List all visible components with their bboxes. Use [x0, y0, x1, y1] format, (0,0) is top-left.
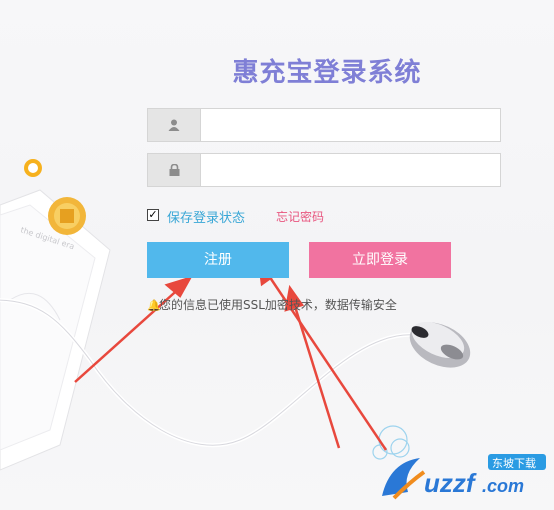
lock-icon	[148, 154, 201, 186]
remember-checkbox[interactable]: ✓	[147, 209, 159, 221]
uzzf-logo: uzzf .com 东坡下载	[382, 454, 546, 500]
mouse-icon	[409, 321, 471, 368]
paper-illustration: the digital era	[0, 189, 111, 471]
remember-label[interactable]: 保存登录状态	[167, 207, 245, 226]
security-notice: 🔔您的信息已使用SSL加密技术，数据传输安全	[147, 296, 397, 313]
svg-text:.com: .com	[482, 476, 524, 496]
forgot-password-link[interactable]: 忘记密码	[276, 208, 324, 225]
red-arrows	[74, 257, 388, 451]
svg-text:uzzf: uzzf	[424, 468, 477, 498]
svg-text:东坡下载: 东坡下载	[492, 457, 536, 470]
username-input[interactable]	[201, 109, 500, 141]
security-notice-text: 您的信息已使用SSL加密技术，数据传输安全	[159, 298, 397, 312]
register-button[interactable]: 注册	[147, 242, 289, 278]
bell-icon: 🔔	[147, 299, 161, 312]
password-field[interactable]	[147, 153, 501, 187]
page-title: 惠充宝登录系统	[232, 58, 422, 88]
login-button[interactable]: 立即登录	[309, 242, 451, 278]
username-field[interactable]	[147, 108, 501, 142]
user-icon	[148, 109, 201, 141]
password-input[interactable]	[201, 154, 500, 186]
